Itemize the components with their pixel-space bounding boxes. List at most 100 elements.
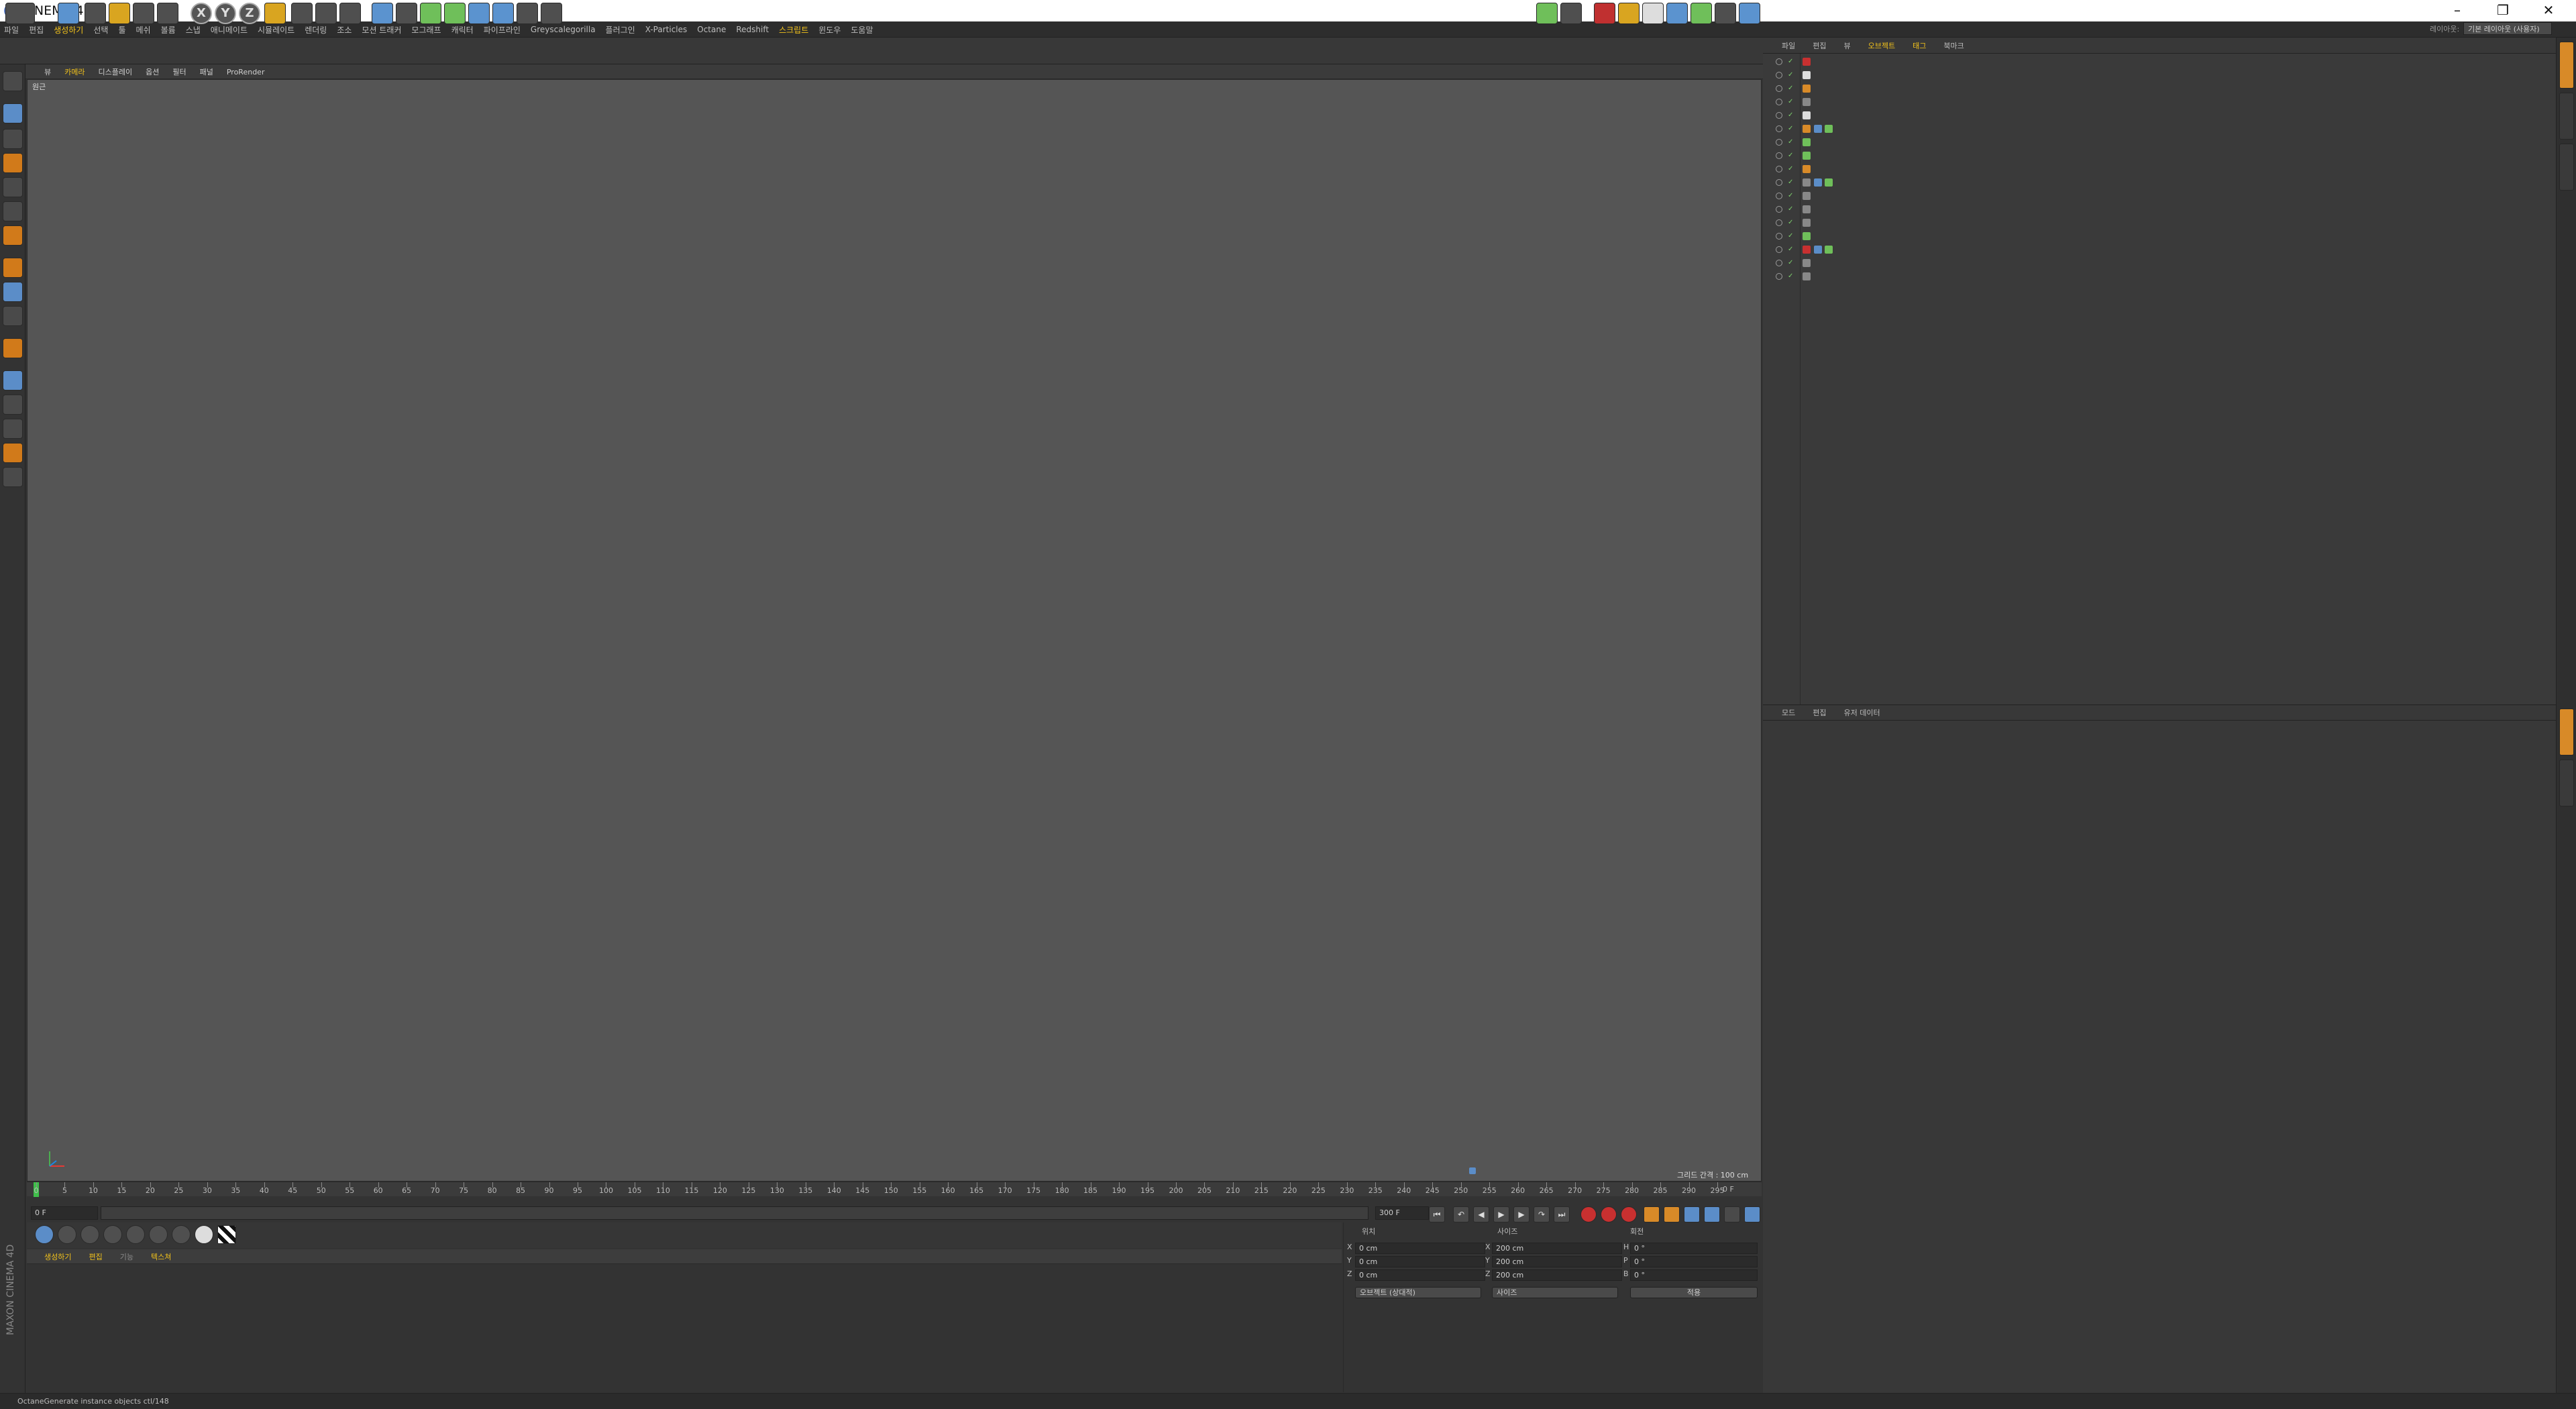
- rotation-b-field[interactable]: 0 °: [1630, 1269, 1758, 1281]
- material-icon-4[interactable]: [103, 1225, 122, 1244]
- start-frame-field[interactable]: 0 F: [31, 1206, 98, 1220]
- menu-item-12[interactable]: 모션 트래커: [362, 24, 401, 36]
- menu-item-10[interactable]: 렌더링: [305, 24, 327, 36]
- last-tool-button[interactable]: [157, 3, 178, 24]
- rotation-key-button[interactable]: [1684, 1206, 1700, 1222]
- parameter-key-button[interactable]: [1704, 1206, 1720, 1222]
- record-button[interactable]: [1580, 1206, 1597, 1222]
- size-mode-select[interactable]: 사이즈: [1492, 1287, 1618, 1298]
- material-menu-1[interactable]: 편집: [89, 1251, 102, 1262]
- object-row[interactable]: ✓: [1764, 136, 1858, 149]
- subdivision-button[interactable]: [420, 3, 441, 24]
- menu-item-23[interactable]: 도움말: [851, 24, 873, 36]
- polygons-mode-icon[interactable]: [3, 225, 23, 246]
- visibility-eye-icon[interactable]: [1776, 85, 1782, 92]
- object-manager-tree[interactable]: [1763, 54, 2556, 704]
- x-axis-lock-button[interactable]: X: [191, 3, 212, 24]
- attributes-tab[interactable]: [2559, 709, 2574, 755]
- redshift-render-view-button[interactable]: [1594, 3, 1615, 24]
- redshift-gear-icon[interactable]: [1739, 3, 1760, 24]
- menu-item-18[interactable]: X-Particles: [645, 25, 688, 34]
- octane-live-viewer-button[interactable]: [1536, 3, 1558, 24]
- y-axis-lock-button[interactable]: Y: [215, 3, 236, 24]
- previous-key-button[interactable]: ↶: [1453, 1206, 1469, 1222]
- move-tool-button[interactable]: [85, 3, 106, 24]
- material-icon-3[interactable]: [80, 1225, 99, 1244]
- material-menu-2[interactable]: 기능: [120, 1251, 133, 1262]
- undo-button[interactable]: [5, 3, 35, 24]
- enabled-check-icon[interactable]: ✓: [1788, 246, 1794, 253]
- visibility-eye-icon[interactable]: [1776, 166, 1782, 172]
- bevel-icon[interactable]: [3, 395, 23, 415]
- solo-mode-icon[interactable]: [3, 370, 23, 390]
- close-button[interactable]: ✕: [2526, 0, 2571, 21]
- menu-item-22[interactable]: 윈도우: [818, 24, 841, 36]
- script-s-icon[interactable]: [3, 443, 23, 463]
- visibility-eye-icon[interactable]: [1776, 152, 1782, 159]
- menu-item-11[interactable]: 조소: [337, 24, 352, 36]
- object-manager-menu-5[interactable]: 북마크: [1943, 40, 1964, 51]
- pen-spline-button[interactable]: [396, 3, 417, 24]
- enabled-check-icon[interactable]: ✓: [1788, 85, 1794, 92]
- takes-tab[interactable]: [2559, 93, 2574, 140]
- cube-object-button[interactable]: [372, 3, 393, 24]
- enabled-check-icon[interactable]: ✓: [1788, 125, 1794, 132]
- tweak-mode-icon[interactable]: [3, 282, 23, 302]
- viewport-perspective[interactable]: [27, 79, 1762, 1182]
- size-y-field[interactable]: 200 cm: [1492, 1256, 1622, 1267]
- end-frame-field[interactable]: 300 F: [1375, 1206, 1429, 1220]
- minimize-button[interactable]: –: [2434, 0, 2480, 21]
- content-browser-tab[interactable]: [2559, 144, 2574, 191]
- menu-item-9[interactable]: 시뮬레이트: [258, 24, 294, 36]
- previous-frame-button[interactable]: ◀: [1473, 1206, 1489, 1222]
- redshift-area-light-button[interactable]: [1642, 3, 1664, 24]
- enabled-check-icon[interactable]: ✓: [1788, 165, 1794, 172]
- material-icon-5[interactable]: [126, 1225, 145, 1244]
- visibility-eye-icon[interactable]: [1776, 112, 1782, 119]
- object-row[interactable]: ✓: [1764, 149, 1858, 162]
- menu-item-6[interactable]: 볼륨: [161, 24, 176, 36]
- menu-item-4[interactable]: 툴: [118, 24, 125, 36]
- layout-select[interactable]: 기본 레이아웃 (사용자): [2463, 22, 2552, 35]
- material-icon-2[interactable]: [58, 1225, 76, 1244]
- position-z-field[interactable]: 0 cm: [1355, 1269, 1485, 1281]
- menu-item-19[interactable]: Octane: [697, 25, 726, 34]
- visibility-eye-icon[interactable]: [1776, 260, 1782, 266]
- redshift-settings-button[interactable]: [1715, 3, 1736, 24]
- object-row[interactable]: ✓: [1764, 68, 1858, 82]
- menu-item-16[interactable]: Greyscalegorilla: [531, 25, 596, 34]
- rotation-h-field[interactable]: 0 °: [1630, 1243, 1758, 1254]
- object-manager-menu-1[interactable]: 편집: [1813, 40, 1826, 51]
- viewport-menu-5[interactable]: 패널: [200, 66, 213, 77]
- object-row[interactable]: ✓: [1764, 162, 1858, 176]
- menu-item-14[interactable]: 캐릭터: [451, 24, 474, 36]
- redshift-environment-button[interactable]: [1690, 3, 1712, 24]
- visibility-eye-icon[interactable]: [1776, 99, 1782, 105]
- object-tag-icon[interactable]: [1825, 125, 1833, 133]
- size-x-field[interactable]: 200 cm: [1492, 1243, 1622, 1254]
- visibility-eye-icon[interactable]: [1776, 125, 1782, 132]
- grid-icon[interactable]: [3, 467, 23, 487]
- object-tag-icon[interactable]: [1825, 178, 1833, 187]
- rotation-p-field[interactable]: 0 °: [1630, 1256, 1758, 1267]
- object-manager-menu-3[interactable]: 오브젝트: [1868, 40, 1895, 51]
- object-manager-menu-4[interactable]: 태그: [1913, 40, 1926, 51]
- object-row[interactable]: ✓: [1764, 270, 1858, 283]
- viewport-menu-3[interactable]: 옵션: [146, 66, 159, 77]
- menu-item-3[interactable]: 선택: [93, 24, 108, 36]
- play-button[interactable]: ▶: [1493, 1206, 1509, 1222]
- object-manager-menu-0[interactable]: 파일: [1782, 40, 1795, 51]
- render-settings-button[interactable]: [339, 3, 361, 24]
- menu-item-20[interactable]: Redshift: [736, 25, 769, 34]
- menu-item-21[interactable]: 스크립트: [779, 24, 808, 36]
- position-y-field[interactable]: 0 cm: [1355, 1256, 1485, 1267]
- enabled-check-icon[interactable]: ✓: [1788, 272, 1794, 280]
- knife-icon[interactable]: [3, 419, 23, 439]
- object-row[interactable]: ✓: [1764, 122, 1858, 136]
- enabled-check-icon[interactable]: ✓: [1788, 111, 1794, 119]
- deformer-button[interactable]: [468, 3, 490, 24]
- object-row[interactable]: ✓: [1764, 189, 1858, 203]
- enabled-check-icon[interactable]: ✓: [1788, 232, 1794, 240]
- z-axis-lock-button[interactable]: Z: [239, 3, 260, 24]
- texture-mode-icon[interactable]: [3, 129, 23, 149]
